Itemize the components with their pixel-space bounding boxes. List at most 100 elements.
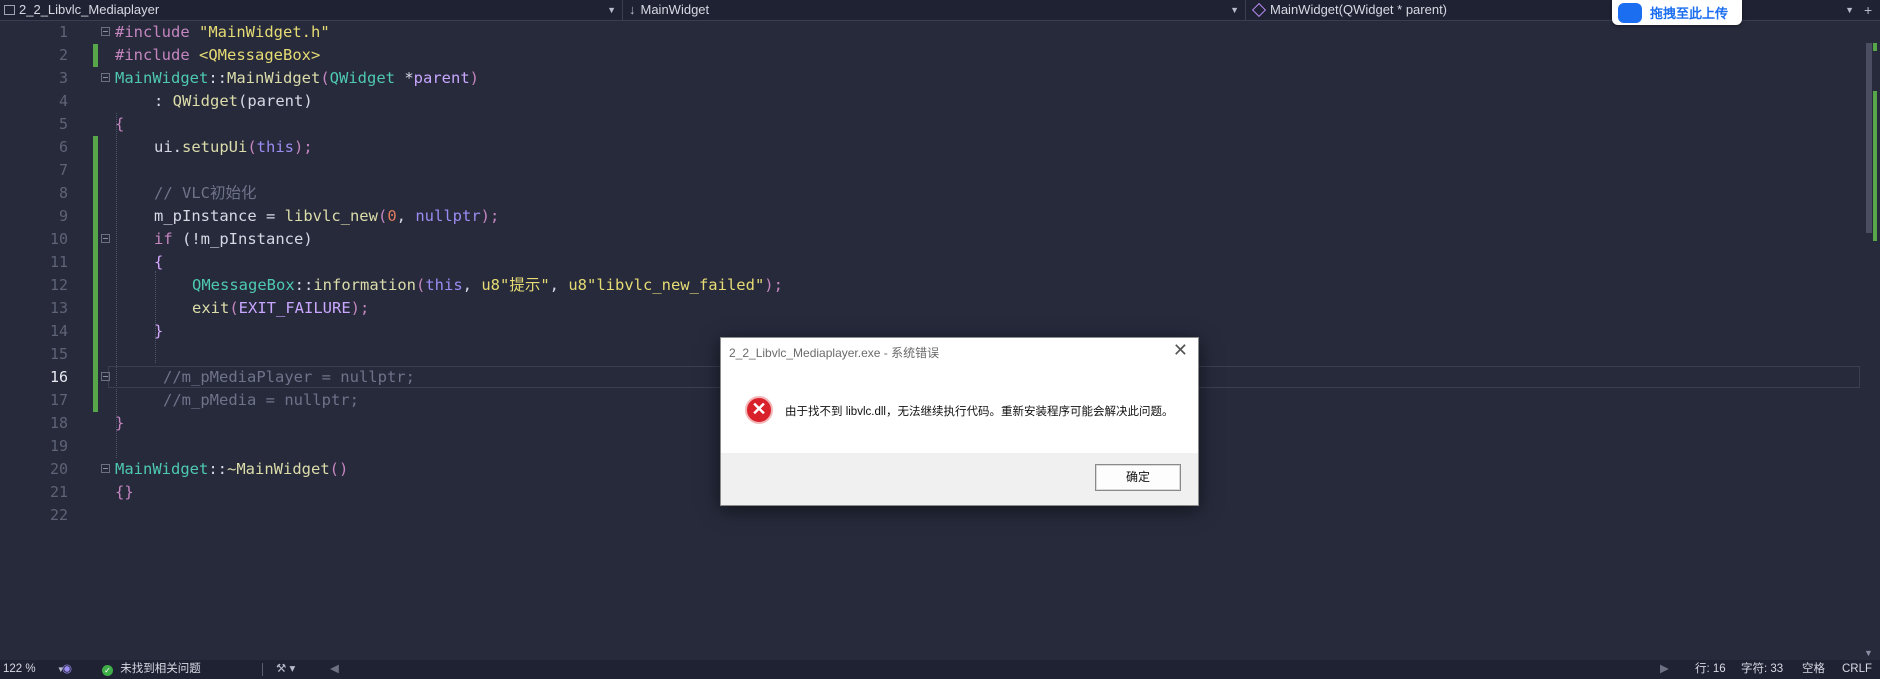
code-token: ui. [154,138,182,156]
project-selector[interactable]: 2_2_Libvlc_Mediaplayer ▼ [0,0,622,20]
modified-marker [93,297,98,320]
code-line: 8 // VLC初始化 [0,182,1860,205]
code-line: 13 exit(EXIT_FAILURE); [0,297,1860,320]
intellicode-icon[interactable]: ◉ [62,660,72,679]
chevron-down-icon: ▼ [1845,5,1854,15]
scroll-down-icon[interactable]: ▼ [1864,648,1873,658]
code-token: MainWidget [115,69,209,87]
code-token: {} [115,483,134,501]
scroll-left-icon[interactable]: ◀ [330,660,339,679]
line-number: 22 [49,506,68,524]
modified-marker [93,389,98,412]
modified-marker [93,274,98,297]
zoom-level: 122 % [3,663,36,675]
code-token: ( [229,299,239,317]
modified-marker [93,251,98,274]
code-token: <QMessageBox> [199,46,321,64]
scope-name: MainWidget [640,2,710,17]
code-token: exit [192,299,230,317]
modified-marker [93,343,98,366]
scope-arrow-icon: ↓ [629,2,636,17]
chevron-down-icon: ▼ [1230,5,1239,15]
member-selector[interactable]: MainWidget(QWidget * parent) ▼ [1246,0,1860,20]
code-comment: //m_pMedia = nullptr; [163,391,359,409]
code-token: ); [764,276,783,294]
fold-toggle-icon[interactable] [101,372,110,381]
code-token: :: [208,69,227,87]
code-token: ( [320,69,330,87]
code-token: 0 [387,207,397,225]
modified-marker [93,136,98,159]
code-line: 22 [0,504,1860,527]
code-token: , [549,276,569,294]
line-number: 21 [49,483,68,501]
close-icon[interactable]: ✕ [1173,340,1188,361]
code-token: "MainWidget.h" [199,23,330,41]
scrollbar-thumb[interactable] [1866,43,1872,233]
chevron-down-icon: ▼ [607,5,616,15]
issues-label: 未找到相关问题 [120,663,201,675]
code-token: { [115,115,125,133]
line-number: 17 [49,391,68,409]
vertical-scrollbar[interactable]: ▼ [1860,21,1880,660]
line-number: 7 [58,161,68,179]
code-token: parent [413,69,470,87]
code-token: () [329,460,349,478]
code-token: ); [350,299,370,317]
code-token: information [313,276,416,294]
code-token: : [154,92,173,110]
code-line: 9 m_pInstance = libvlc_new(0, nullptr); [0,205,1860,228]
code-line: 3 MainWidget::MainWidget(QWidget *parent… [0,67,1860,90]
scroll-right-icon[interactable]: ▶ [1660,660,1669,679]
line-number: 18 [49,414,68,432]
issues-indicator[interactable]: ✓ 未找到相关问题 [102,660,201,679]
code-token: } [115,414,125,432]
code-token: QWidget [172,92,238,110]
zoom-selector[interactable]: 122 % ▼ [3,660,65,679]
code-token: #include [115,23,190,41]
line-indicator[interactable]: 行: 16 [1695,660,1726,679]
fold-toggle-icon[interactable] [101,464,110,473]
char-indicator[interactable]: 字符: 33 [1741,660,1783,679]
upload-badge-label: 拖拽至此上传 [1650,6,1729,21]
modified-marker [93,320,98,343]
cleanup-icon[interactable]: ⚒ ▾ [276,660,295,679]
eol-indicator[interactable]: CRLF [1842,660,1872,679]
modified-marker [93,159,98,182]
line-number: 6 [58,138,68,156]
code-token: EXIT_FAILURE [238,299,351,317]
status-bar: 122 % ▼ ◉ ✓ 未找到相关问题 ⚒ ▾ ◀ ▶ 行: 16 字符: 33… [0,660,1880,679]
line-number: 1 [58,23,68,41]
line-number: 8 [58,184,68,202]
fold-toggle-icon[interactable] [101,234,110,243]
split-editor-icon[interactable]: + [1864,2,1872,18]
code-comment: //m_pMediaPlayer = nullptr; [163,368,415,386]
dialog-title: 2_2_Libvlc_Mediaplayer.exe - 系统错误 [729,346,940,360]
system-error-dialog: 2_2_Libvlc_Mediaplayer.exe - 系统错误 ✕ ✕ 由于… [720,337,1199,506]
code-token: (!m_pInstance) [172,230,313,248]
code-token: ~MainWidget [227,460,330,478]
code-token: :: [294,276,314,294]
error-icon: ✕ [745,396,773,424]
check-icon: ✓ [102,665,113,676]
code-line: 11 { [0,251,1860,274]
change-marker [1873,91,1877,241]
code-line: 5 { [0,113,1860,136]
code-token: libvlc_new [284,207,378,225]
dialog-message: 由于找不到 libvlc.dll，无法继续执行代码。重新安装程序可能会解决此问题… [785,406,1174,418]
code-token: if [154,230,173,248]
scope-selector[interactable]: ↓ MainWidget ▼ [623,0,1245,20]
line-number: 15 [49,345,68,363]
navigation-bar: 2_2_Libvlc_Mediaplayer ▼ ↓ MainWidget ▼ … [0,0,1880,21]
fold-toggle-icon[interactable] [101,27,110,36]
modified-marker [93,182,98,205]
code-line: 7 [0,159,1860,182]
code-token: QMessageBox [192,276,295,294]
code-line: 1 #include "MainWidget.h" [0,21,1860,44]
whitespace-indicator[interactable]: 空格 [1802,660,1825,679]
code-token: MainWidget [227,69,321,87]
fold-toggle-icon[interactable] [101,73,110,82]
ok-button[interactable]: 确定 [1095,464,1181,491]
modified-marker [93,228,98,251]
line-number: 9 [58,207,68,225]
